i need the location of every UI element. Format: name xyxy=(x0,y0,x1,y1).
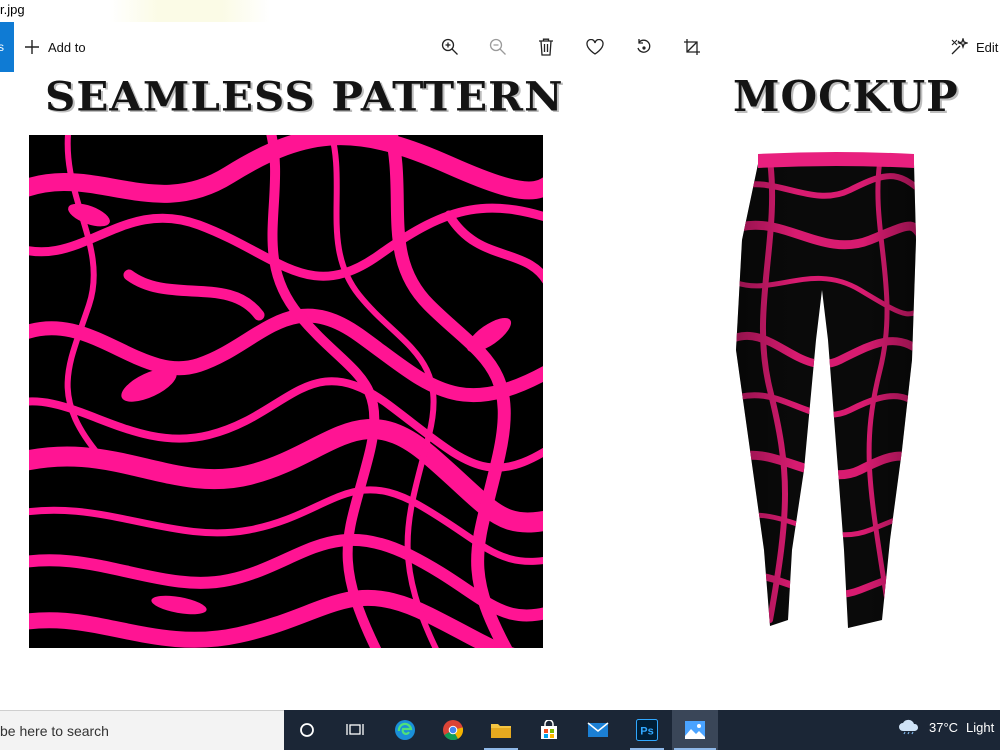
file-explorer-icon[interactable] xyxy=(486,716,516,744)
add-to-label: Add to xyxy=(48,39,86,55)
toolbar: s Add to Edit xyxy=(0,22,1000,72)
store-icon[interactable] xyxy=(534,716,564,744)
svg-text:Ps: Ps xyxy=(640,726,653,738)
cortana-icon[interactable] xyxy=(292,716,322,744)
crop-icon[interactable] xyxy=(680,35,704,59)
waistband xyxy=(758,152,914,168)
title-bar-highlight xyxy=(110,0,270,22)
leggings-mockup-image xyxy=(730,150,920,635)
window-title: r.jpg xyxy=(0,2,25,17)
weather-widget[interactable]: 37°C Light xyxy=(897,719,994,735)
seamless-pattern-image xyxy=(29,135,543,648)
edge-icon[interactable] xyxy=(390,716,420,744)
edit-button[interactable]: Edit xyxy=(950,35,998,59)
rotate-icon[interactable] xyxy=(632,35,656,59)
task-view-icon[interactable] xyxy=(340,716,370,744)
add-to-button[interactable]: Add to xyxy=(24,35,86,59)
chrome-icon[interactable] xyxy=(438,716,468,744)
see-all-photos-button[interactable]: s xyxy=(0,22,14,72)
taskbar-search-box[interactable]: be here to search xyxy=(0,710,284,750)
photos-app-window: r.jpg s Add to Edit SEAMLESS PATTERN MOC… xyxy=(0,0,1000,750)
edit-label: Edit xyxy=(976,39,999,55)
plus-icon xyxy=(25,40,39,54)
mail-icon[interactable] xyxy=(583,716,613,744)
taskbar: be here to search Ps 37°C Light xyxy=(0,710,1000,750)
photoshop-icon[interactable]: Ps xyxy=(632,716,662,744)
cloud-rain-icon xyxy=(899,719,919,735)
seamless-pattern-heading: SEAMLESS PATTERN xyxy=(45,73,564,120)
weather-temperature: 37°C xyxy=(929,719,959,735)
photos-icon[interactable] xyxy=(680,716,710,744)
zoom-out-icon[interactable] xyxy=(486,35,510,59)
delete-icon[interactable] xyxy=(534,35,558,59)
title-bar: r.jpg xyxy=(0,0,1000,22)
favorite-icon[interactable] xyxy=(583,35,607,59)
mockup-heading: MOCKUP xyxy=(733,72,959,121)
search-placeholder: be here to search xyxy=(0,723,109,739)
weather-condition: Light xyxy=(966,719,995,735)
zoom-in-icon[interactable] xyxy=(438,35,462,59)
edit-create-icon xyxy=(951,38,968,55)
